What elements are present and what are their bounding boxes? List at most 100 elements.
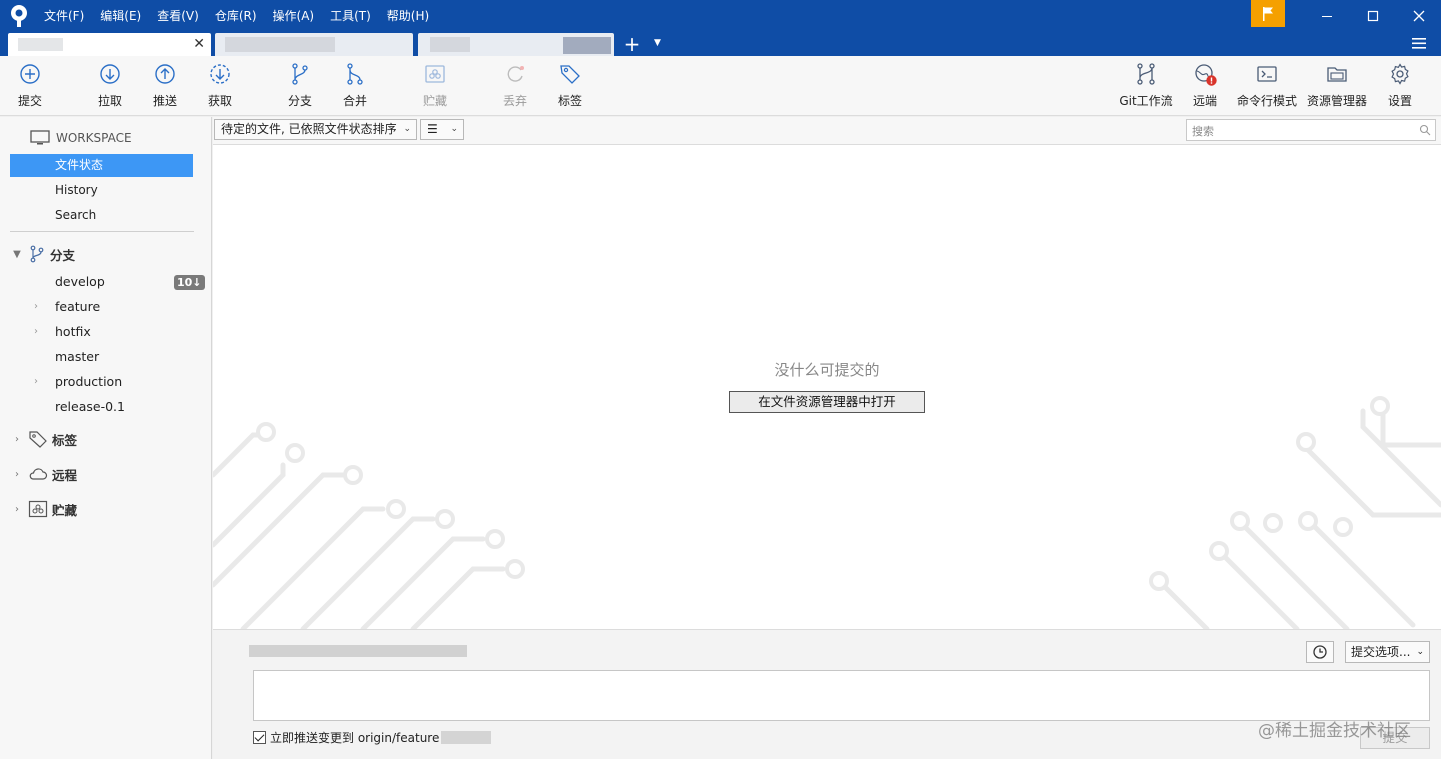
menu-edit[interactable]: 编辑(E) [92, 0, 149, 32]
stash-icon [425, 65, 445, 83]
pull-label: 拉取 [97, 94, 122, 108]
terminal-button[interactable]: 命令行模式 [1237, 62, 1297, 112]
chevron-right-icon[interactable]: › [34, 321, 38, 343]
redacted-tab-title [18, 38, 63, 51]
watermark-text: @稀土掘金技术社区 [1258, 721, 1411, 741]
stashes-section-header[interactable]: › 贮藏 [10, 498, 77, 520]
maximize-button[interactable] [1350, 0, 1396, 32]
sort-dropdown[interactable]: 待定的文件, 已依照文件状态排序 ⌄ [214, 119, 417, 140]
clock-icon [1313, 645, 1327, 659]
stash-label: 贮藏 [422, 94, 447, 108]
sidebar-divider [10, 231, 194, 232]
tags-section-header[interactable]: › 标签 [10, 428, 77, 450]
main-toolbar: 提交 拉取 推送 获取 分支 合并 贮藏 丢弃 标签 Git工作流 远端 命令行… [0, 56, 1441, 116]
redacted-tab-title [430, 37, 470, 52]
redacted-tab-title [225, 37, 335, 52]
gitflow-icon [1137, 63, 1155, 85]
cloud-icon [29, 468, 48, 480]
branch-button[interactable]: 分支 [270, 62, 330, 112]
chevron-right-icon[interactable]: › [34, 371, 38, 393]
gear-icon [1391, 63, 1409, 85]
commit-panel: 提交选项... ⌄ 立即推送变更到 origin/feature 提交 [213, 629, 1441, 759]
repo-tab-active[interactable]: ✕ [8, 33, 211, 56]
menu-tools[interactable]: 工具(T) [322, 0, 379, 32]
stash-button[interactable]: 贮藏 [405, 62, 465, 112]
discard-button[interactable]: 丢弃 [485, 62, 545, 112]
branch-master[interactable]: master [55, 346, 99, 368]
sidebar-item-history[interactable]: History [10, 179, 193, 202]
pull-button[interactable]: 拉取 [80, 62, 140, 112]
merge-icon [347, 63, 363, 85]
push-label: 推送 [152, 94, 177, 108]
open-in-explorer-button[interactable]: 在文件资源管理器中打开 [729, 391, 925, 413]
redacted-author-info [249, 645, 467, 657]
view-mode-dropdown[interactable]: ☰ ⌄ [420, 119, 464, 140]
search-input[interactable]: 搜索 [1186, 119, 1436, 141]
arrow-up-circle-icon [155, 64, 175, 84]
merge-button[interactable]: 合并 [325, 62, 385, 112]
settings-button[interactable]: 设置 [1370, 62, 1430, 112]
plus-circle-icon [20, 64, 40, 84]
title-bar: 文件(F) 编辑(E) 查看(V) 仓库(R) 操作(A) 工具(T) 帮助(H… [0, 0, 1441, 56]
tab-close-icon[interactable]: ✕ [193, 36, 205, 52]
gitflow-label: Git工作流 [1119, 94, 1173, 108]
explorer-button[interactable]: 资源管理器 [1307, 62, 1367, 112]
branch-hotfix[interactable]: hotfix [55, 321, 91, 343]
branches-label: 分支 [50, 247, 76, 263]
commit-options-dropdown[interactable]: 提交选项... ⌄ [1345, 641, 1430, 663]
discard-icon [507, 66, 524, 82]
menu-view[interactable]: 查看(V) [149, 0, 207, 32]
stash-icon [28, 500, 48, 518]
menu-file[interactable]: 文件(F) [36, 0, 92, 32]
fetch-label: 获取 [207, 94, 232, 108]
branch-develop[interactable]: develop [55, 271, 105, 293]
menu-actions[interactable]: 操作(A) [265, 0, 323, 32]
push-button[interactable]: 推送 [135, 62, 195, 112]
hamburger-menu-icon[interactable] [1410, 35, 1428, 51]
merge-label: 合并 [342, 94, 367, 108]
chevron-right-icon[interactable]: › [34, 296, 38, 318]
search-placeholder: 搜索 [1192, 125, 1214, 138]
chevron-down-icon: ⌄ [450, 124, 458, 134]
close-window-button[interactable] [1396, 0, 1441, 32]
push-immediately-row: 立即推送变更到 origin/feature [253, 729, 492, 745]
file-filter-bar: 待定的文件, 已依照文件状态排序 ⌄ ☰ ⌄ 搜索 [213, 117, 1441, 145]
menu-repository[interactable]: 仓库(R) [207, 0, 265, 32]
repo-tab-strip: ✕ [0, 32, 1441, 56]
remotes-section-header[interactable]: › 远程 [10, 463, 77, 485]
menu-bar: 文件(F) 编辑(E) 查看(V) 仓库(R) 操作(A) 工具(T) 帮助(H… [36, 0, 437, 32]
list-icon: ☰ [427, 122, 438, 136]
workspace-label: WORKSPACE [56, 131, 132, 145]
chevron-down-icon: ⌄ [403, 124, 411, 134]
branch-label: 分支 [287, 94, 312, 108]
sidebar-item-search[interactable]: Search [10, 204, 193, 227]
branch-production[interactable]: production [55, 371, 122, 393]
fetch-button[interactable]: 获取 [190, 62, 250, 112]
branch-feature[interactable]: feature [55, 296, 100, 318]
search-icon [1419, 124, 1431, 136]
commit-button[interactable]: 提交 [0, 62, 60, 112]
commit-history-button[interactable] [1306, 641, 1334, 663]
push-immediately-label: 立即推送变更到 origin/feature [270, 730, 440, 745]
repo-tab[interactable] [215, 33, 413, 56]
empty-state-message: 没什么可提交的 [774, 361, 880, 379]
explorer-label: 资源管理器 [1307, 94, 1368, 108]
repo-tab[interactable] [418, 33, 614, 56]
push-immediately-checkbox[interactable] [253, 730, 266, 744]
sidebar-item-file-status[interactable]: 文件状态 [10, 154, 193, 177]
tag-button[interactable]: 标签 [540, 62, 600, 112]
minimize-button[interactable] [1304, 0, 1350, 32]
add-tab-button[interactable]: + [623, 33, 641, 55]
branches-section-header[interactable]: ▼ 分支 [10, 243, 75, 265]
menu-help[interactable]: 帮助(H) [379, 0, 437, 32]
commit-message-input[interactable] [253, 670, 1430, 721]
gitflow-button[interactable]: Git工作流 [1116, 62, 1176, 112]
notification-flag-button[interactable] [1251, 0, 1285, 27]
remote-button[interactable]: 远端 [1175, 62, 1235, 112]
branch-release[interactable]: release-0.1 [55, 396, 125, 418]
stashes-label: 贮藏 [52, 502, 78, 518]
discard-label: 丢弃 [502, 94, 527, 108]
tag-icon [29, 431, 47, 448]
redacted-branch-suffix [441, 730, 492, 744]
tab-dropdown-icon[interactable]: ▼ [654, 38, 661, 48]
